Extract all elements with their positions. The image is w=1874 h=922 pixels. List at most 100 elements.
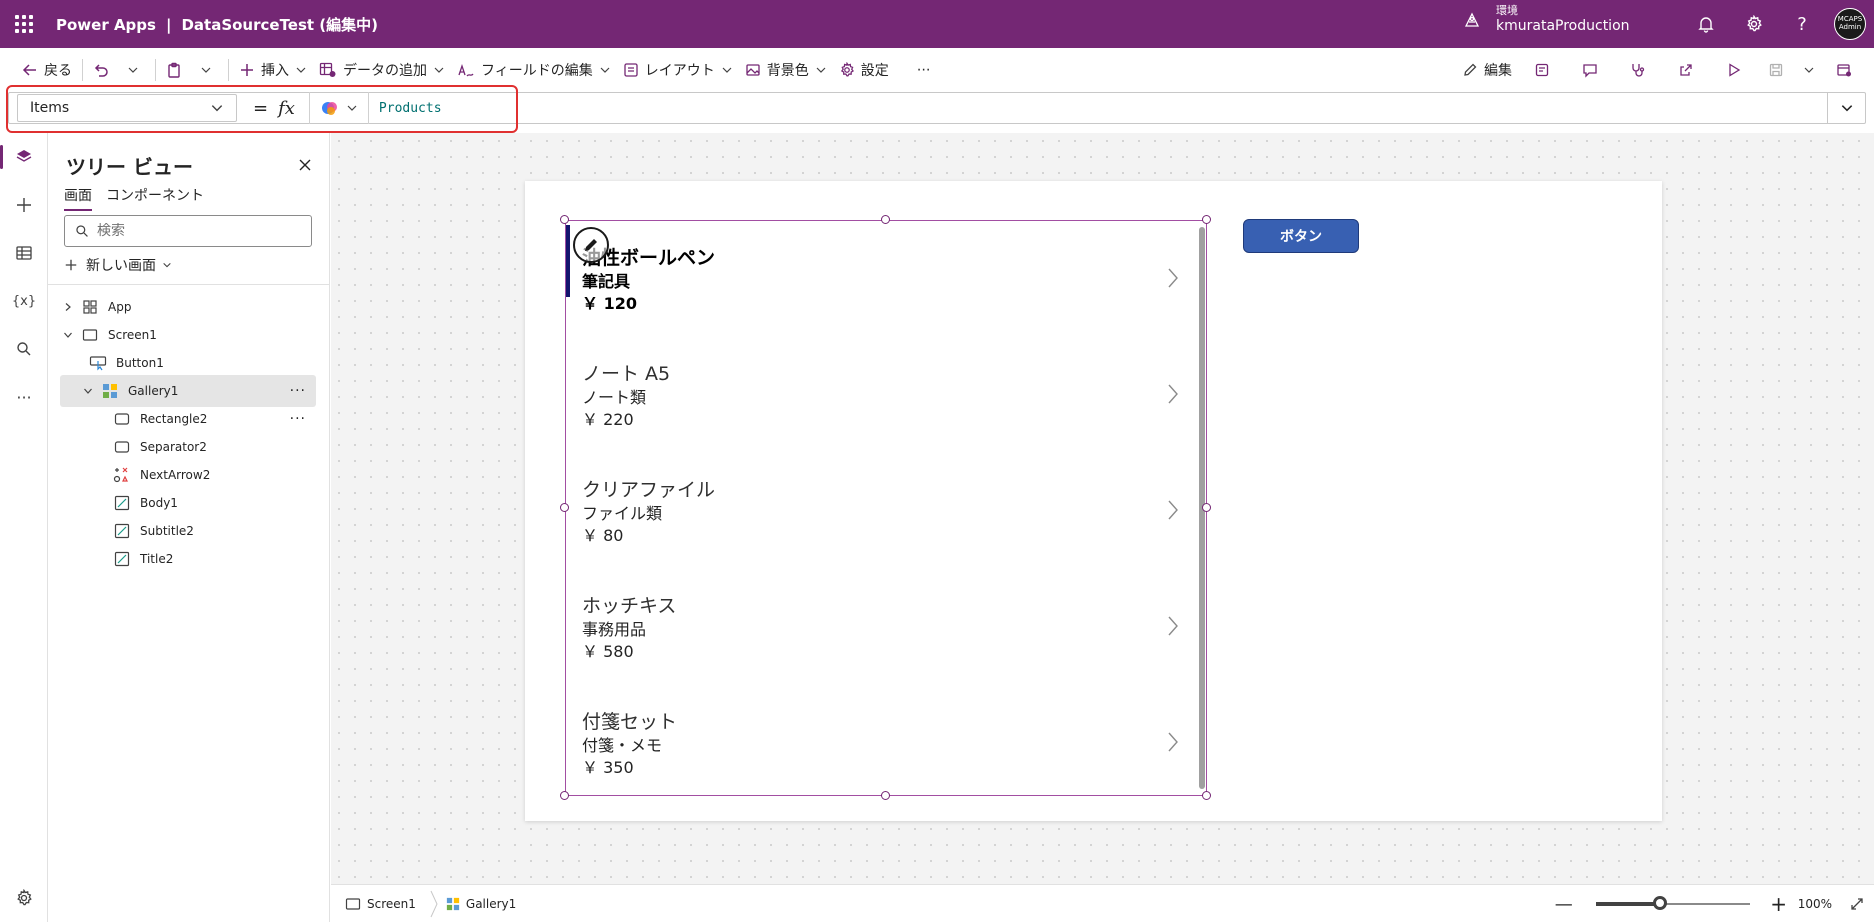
plus-icon [65, 259, 77, 271]
add-data-button[interactable]: データの追加 [313, 54, 451, 86]
chevron-down-icon [64, 332, 72, 338]
chevron-down-icon [816, 67, 826, 73]
comments-button[interactable] [1566, 54, 1614, 86]
search-icon [17, 342, 31, 356]
resize-handle[interactable] [1202, 791, 1211, 800]
settings-button[interactable] [1730, 0, 1778, 48]
resize-handle[interactable] [560, 503, 569, 512]
clipboard-icon [168, 62, 180, 78]
icon-control-icon [112, 467, 132, 483]
tree-search-input[interactable] [97, 223, 287, 239]
zoom-slider-thumb[interactable] [1653, 896, 1668, 910]
rectangle-icon [112, 411, 132, 427]
tree-node-label: Subtitle2 [140, 524, 194, 538]
gear-icon [840, 62, 854, 77]
undo-icon [94, 64, 108, 77]
edit-item-icon[interactable] [573, 227, 609, 263]
undo-button[interactable] [87, 54, 121, 86]
save-button[interactable] [1758, 54, 1794, 86]
notifications-button[interactable] [1682, 0, 1730, 48]
tab-screens[interactable]: 画面 [64, 185, 92, 211]
layout-button[interactable]: レイアウト [617, 54, 739, 86]
monitor-button[interactable] [1614, 54, 1662, 86]
share-button[interactable] [1662, 54, 1710, 86]
tab-components[interactable]: コンポーネント [106, 185, 204, 211]
back-button[interactable]: 戻る [16, 54, 78, 86]
fit-to-window-button[interactable] [1840, 897, 1874, 911]
close-tree-button[interactable] [293, 153, 317, 177]
table-icon [16, 246, 32, 260]
app-settings-button[interactable]: 設定 [833, 54, 895, 86]
rail-settings-button[interactable] [0, 874, 48, 922]
tree-node-title2[interactable]: Title2 [108, 543, 316, 575]
next-arrow-icon[interactable] [1166, 383, 1180, 405]
label-icon [112, 495, 132, 511]
environment-name: kmurataProduction [1496, 17, 1630, 34]
more-tab[interactable]: ··· [0, 373, 48, 421]
screen-icon [80, 327, 100, 343]
gallery-item[interactable]: 油性ボールペン 筆記具 ￥ 120 [566, 221, 1200, 337]
paste-button[interactable] [160, 54, 194, 86]
next-arrow-icon[interactable] [1166, 615, 1180, 637]
edit-fields-button[interactable]: フィールドの編集 [451, 54, 617, 86]
zoom-out-button[interactable]: — [1546, 894, 1582, 915]
paste-dropdown[interactable] [194, 54, 224, 86]
environment-picker[interactable]: 環境 kmurataProduction [1462, 4, 1630, 35]
label-icon [112, 523, 132, 539]
comment-icon [1583, 64, 1597, 78]
preview-button[interactable] [1710, 54, 1758, 86]
undo-dropdown[interactable] [121, 54, 151, 86]
next-arrow-icon[interactable] [1166, 499, 1180, 521]
variables-tab[interactable]: {x} [0, 277, 48, 325]
data-tab[interactable] [0, 229, 48, 277]
zoom-slider[interactable] [1595, 896, 1750, 910]
environment-label: 環境 [1496, 4, 1518, 17]
new-screen-button[interactable]: 新しい画面 [64, 255, 172, 275]
user-avatar[interactable]: MCAPS Admin [1834, 8, 1866, 40]
arrow-left-icon [22, 64, 36, 76]
gallery-item[interactable]: ホッチキス 事務用品 ￥ 580 [566, 569, 1200, 685]
node-more-button[interactable]: ··· [290, 411, 306, 427]
more-commands-button[interactable]: ⋯ [911, 54, 937, 86]
resize-handle[interactable] [560, 215, 569, 224]
search-tab[interactable] [0, 325, 48, 373]
screen1-canvas[interactable]: 油性ボールペン 筆記具 ￥ 120 ノート A5 ノート類 ￥ 220 クリアフ… [525, 181, 1662, 821]
zoom-level: 100% [1797, 897, 1832, 911]
publish-icon [1837, 64, 1851, 77]
insert-tab[interactable] [0, 181, 48, 229]
save-icon [1769, 63, 1783, 77]
tree-view-tab[interactable] [0, 133, 48, 181]
expand-formula-button[interactable] [1827, 93, 1865, 123]
resize-handle[interactable] [881, 791, 890, 800]
edit-button[interactable]: 編集 [1456, 54, 1518, 86]
zoom-in-button[interactable]: + [1764, 892, 1794, 916]
resize-handle[interactable] [560, 791, 569, 800]
item-subtitle: ノート類 [582, 388, 647, 407]
button1-control[interactable]: ボタン [1243, 219, 1359, 253]
resize-handle[interactable] [1202, 215, 1211, 224]
node-more-button[interactable]: ··· [290, 383, 306, 399]
insert-button[interactable]: 挿入 [233, 54, 313, 86]
publish-button[interactable] [1824, 54, 1864, 86]
gallery-item[interactable]: 付箋セット 付箋・メモ ￥ 350 [566, 685, 1200, 801]
chevron-down-icon [84, 388, 92, 394]
breadcrumb-screen1[interactable]: Screen1 [345, 897, 416, 911]
save-dropdown[interactable] [1794, 54, 1824, 86]
help-button[interactable]: ? [1778, 0, 1826, 48]
next-arrow-icon[interactable] [1166, 267, 1180, 289]
design-canvas[interactable]: 油性ボールペン 筆記具 ￥ 120 ノート A5 ノート類 ￥ 220 クリアフ… [331, 133, 1874, 884]
background-color-button[interactable]: 背景色 [739, 54, 833, 86]
new-screen-label: 新しい画面 [86, 258, 156, 274]
gallery-item[interactable]: ノート A5 ノート類 ￥ 220 [566, 337, 1200, 453]
app-checker-button[interactable] [1518, 54, 1566, 86]
resize-handle[interactable] [881, 215, 890, 224]
gallery-item[interactable]: クリアファイル ファイル類 ￥ 80 [566, 453, 1200, 569]
add-data-label: データの追加 [343, 63, 427, 79]
label-icon [112, 551, 132, 567]
resize-handle[interactable] [1202, 503, 1211, 512]
gallery1-control[interactable]: 油性ボールペン 筆記具 ￥ 120 ノート A5 ノート類 ￥ 220 クリアフ… [565, 220, 1207, 796]
next-arrow-icon[interactable] [1166, 731, 1180, 753]
breadcrumb-gallery1[interactable]: Gallery1 [446, 897, 516, 911]
app-launcher-button[interactable] [0, 0, 48, 48]
waffle-icon [15, 15, 33, 33]
